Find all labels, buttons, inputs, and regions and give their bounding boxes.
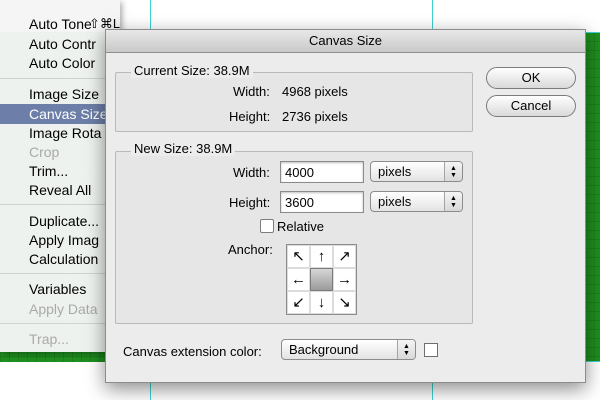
image-menu: Auto Tone ⇧⌘L Auto Contr Auto Color Imag… [0,0,120,352]
guide-line [584,32,600,33]
updown-arrows-icon: ▲ ▼ [444,162,462,181]
relative-checkbox[interactable] [260,219,274,233]
menu-separator [0,273,120,274]
updown-arrows-icon: ▲ ▼ [397,340,415,359]
arrow-down-left-icon[interactable]: ↙ [287,291,310,314]
menu-item-label: Canvas Size [29,106,108,122]
guide-line [584,361,600,362]
menu-item-reveal-all[interactable]: Reveal All [0,180,120,200]
menu-item-label: Auto Tone [29,16,92,32]
extension-color-value: Background [289,342,359,357]
current-width-label: Width: [233,84,270,99]
new-size-heading: New Size: 38.9M [131,141,236,156]
menu-item-image-rotation[interactable]: Image Rota [0,123,120,143]
anchor-label: Anchor: [228,242,273,257]
width-unit-value: pixels [378,164,412,179]
menu-item-label: Variables [29,281,87,297]
ok-button[interactable]: OK [486,67,576,89]
updown-arrows-icon: ▲ ▼ [444,192,462,211]
menu-item-label: Image Rota [29,125,102,141]
arrow-up-icon[interactable]: ↑ [310,245,333,268]
width-unit-select[interactable]: pixels ▲ ▼ [370,161,463,182]
menu-item-label: Apply Data [29,301,98,317]
menu-item-label: Calculation [29,251,99,267]
dialog-title: Canvas Size [106,30,585,53]
menu-item-trim[interactable]: Trim... [0,161,120,181]
menu-item-label: Trap... [29,331,69,347]
menu-item-auto-tone[interactable]: Auto Tone ⇧⌘L [0,14,120,34]
current-height-value: 2736 pixels [282,109,348,124]
menu-item-duplicate[interactable]: Duplicate... [0,211,120,231]
menu-item-apply-image[interactable]: Apply Imag [0,230,120,250]
arrow-up-right-icon[interactable]: ↗ [333,245,356,268]
height-input[interactable]: 3600 [280,191,364,213]
menu-item-label: Reveal All [29,182,92,198]
menu-item-apply-data-set[interactable]: Apply Data [0,299,120,319]
menu-item-label: Auto Color [29,55,96,71]
height-unit-value: pixels [378,194,412,209]
guide-line [432,0,433,32]
canvas-size-dialog: Canvas Size Current Size: 38.9M Width: 4… [105,29,586,383]
arrow-down-right-icon[interactable]: ↘ [333,291,356,314]
current-size-heading: Current Size: 38.9M [131,63,253,78]
menu-item-label: Duplicate... [29,213,100,229]
arrow-up-left-icon[interactable]: ↖ [287,245,310,268]
anchor-grid: ↖ ↑ ↗ ← → ↙ ↓ ↘ [286,244,357,315]
extension-color-label: Canvas extension color: [123,344,262,359]
menu-item-label: Apply Imag [29,232,100,248]
cancel-button[interactable]: Cancel [486,95,576,117]
width-input[interactable]: 4000 [280,161,364,183]
arrow-left-icon[interactable]: ← [287,268,310,291]
arrow-down-icon[interactable]: ↓ [310,291,333,314]
extension-color-select[interactable]: Background ▲ ▼ [281,339,416,360]
guide-line [150,0,151,32]
extension-color-swatch[interactable] [424,343,438,357]
menu-item-label: Auto Contr [29,36,96,52]
menu-item-auto-contrast[interactable]: Auto Contr [0,34,120,54]
menu-item-image-size[interactable]: Image Size [0,84,120,104]
menu-separator [0,78,120,79]
menu-item-auto-color[interactable]: Auto Color [0,53,120,73]
menu-separator [0,323,120,324]
height-unit-select[interactable]: pixels ▲ ▼ [370,191,463,212]
menu-item-label: Trim... [29,163,69,179]
menu-item-label: Image Size [29,86,100,102]
menu-separator [0,204,120,205]
current-width-value: 4968 pixels [282,84,348,99]
current-height-label: Height: [229,109,271,124]
menu-item-canvas-size[interactable]: Canvas Size [0,104,120,124]
new-height-label: Height: [229,195,271,210]
menu-item-crop[interactable]: Crop [0,142,120,162]
new-width-label: Width: [233,165,270,180]
menu-item-variables[interactable]: Variables [0,279,120,299]
menu-item-label: Crop [29,144,60,160]
anchor-center-cell[interactable] [310,268,333,291]
relative-label: Relative [277,219,324,234]
menu-item-trap[interactable]: Trap... [0,329,120,349]
arrow-right-icon[interactable]: → [333,268,356,291]
menu-item-calculations[interactable]: Calculation [0,249,120,269]
